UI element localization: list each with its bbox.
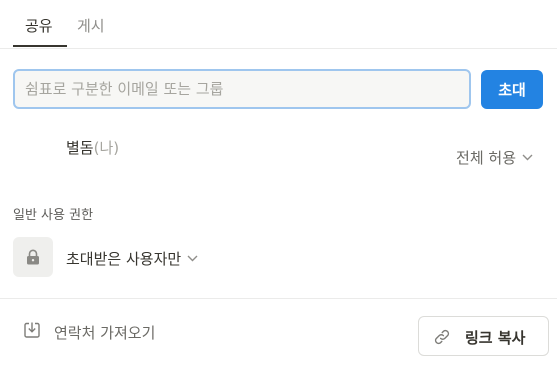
member-name: 별돔(나)	[66, 137, 119, 158]
invite-button[interactable]: 초대	[481, 70, 543, 109]
copy-link-label: 링크 복사	[465, 329, 526, 347]
general-access-row: 초대받은 사용자만	[13, 237, 313, 279]
general-access-label: 초대받은 사용자만	[66, 250, 182, 268]
import-icon	[23, 321, 41, 339]
copy-link-button[interactable]: 링크 복사	[418, 316, 549, 356]
member-you-label: (나)	[93, 139, 120, 157]
invite-email-input[interactable]	[13, 69, 471, 109]
member-row: 별돔(나) 전체 허용	[13, 128, 543, 172]
import-contacts-label: 연락처 가져오기	[54, 324, 156, 342]
active-tab-indicator	[13, 45, 67, 47]
avatar	[13, 134, 45, 166]
link-icon	[433, 328, 451, 346]
footer-divider	[0, 298, 557, 299]
member-permission-dropdown[interactable]: 전체 허용	[456, 147, 533, 168]
chevron-down-icon	[522, 147, 533, 165]
lock-icon	[13, 237, 53, 277]
chevron-down-icon	[187, 248, 198, 266]
general-access-heading: 일반 사용 권한	[13, 208, 94, 223]
tab-publish[interactable]: 게시	[77, 15, 105, 36]
share-tabs: 공유 게시	[0, 0, 557, 49]
general-access-dropdown[interactable]: 초대받은 사용자만	[66, 248, 198, 269]
member-name-text: 별돔	[66, 139, 94, 157]
member-permission-label: 전체 허용	[456, 149, 516, 167]
tab-share[interactable]: 공유	[25, 15, 53, 36]
